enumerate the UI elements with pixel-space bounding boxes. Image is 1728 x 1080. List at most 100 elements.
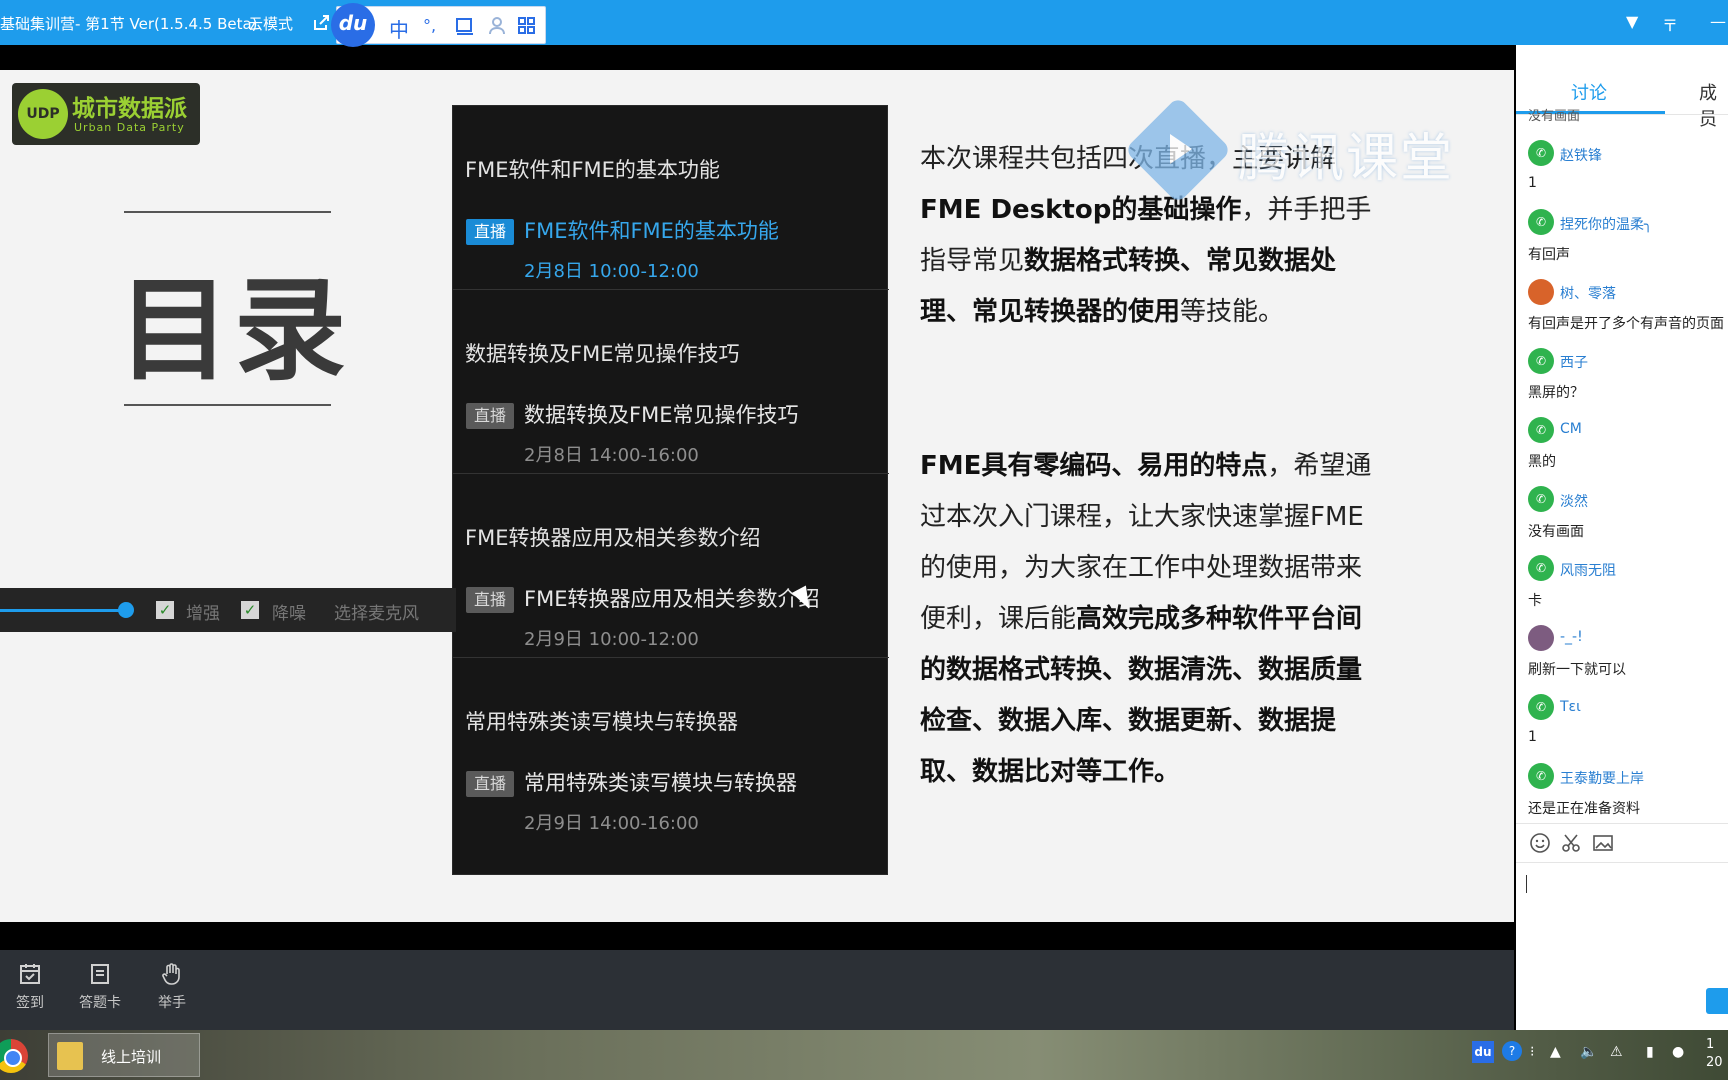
course-list-panel: FME软件和FME的基本功能 直播 FME软件和FME的基本功能 2月8日 10… (452, 105, 889, 875)
logo-text: 城市数据派 (72, 96, 187, 122)
cloud-mode-label[interactable]: 云模式 (248, 13, 293, 34)
emoji-icon[interactable] (1529, 832, 1551, 854)
punctuation-icon[interactable]: °, (423, 16, 436, 35)
volume-slider-knob[interactable] (118, 602, 134, 618)
course-section: FME软件和FME的基本功能 直播 FME软件和FME的基本功能 2月8日 10… (453, 106, 889, 290)
raise-hand-label: 举手 (158, 995, 186, 1011)
course-section: 常用特殊类读写模块与转换器 直播 常用特殊类读写模块与转换器 2月9日 14:0… (453, 658, 889, 842)
tab-discussion[interactable]: 讨论 (1571, 79, 1607, 105)
chat-username[interactable]: 淡然 (1560, 491, 1588, 511)
clock-date: 20 (1706, 1055, 1723, 1070)
signin-button[interactable]: 签到 (0, 962, 60, 1012)
live-badge: 直播 (466, 219, 514, 245)
ime-toolbar[interactable]: du 中 °, (331, 3, 546, 47)
folder-icon (57, 1042, 83, 1070)
intro-bold: FME Desktop的基础操作 (920, 195, 1242, 225)
chat-text: 1 (1528, 729, 1537, 745)
lesson-time: 2月8日 10:00-12:00 (524, 261, 699, 282)
lesson-title[interactable]: FME软件和FME的基本功能 (524, 215, 779, 245)
lesson-title[interactable]: FME转换器应用及相关参数介绍 (524, 583, 819, 613)
chat-text: 黑屏的？ (1528, 385, 1584, 401)
title-bar: 基础集训营- 第1节 Ver(1.5.4.5 Beta) 云模式 du 中 °,… (0, 0, 1728, 47)
enhance-label: 增强 (186, 604, 220, 624)
show-hidden-icons[interactable]: ▲ (1550, 1044, 1561, 1060)
help-tray-icon[interactable]: ? (1502, 1041, 1522, 1061)
chat-username[interactable]: 西子 (1560, 352, 1588, 372)
wechat-icon: ✆ (1528, 209, 1554, 235)
signin-label: 签到 (16, 995, 44, 1011)
image-icon[interactable] (1592, 832, 1614, 854)
section-title: FME转换器应用及相关参数介绍 (465, 526, 761, 550)
select-mic-button[interactable]: 选择麦克风 (334, 599, 419, 624)
keyboard-icon[interactable] (455, 16, 475, 36)
taskbar-item-folder[interactable]: 线上培训 (48, 1033, 200, 1077)
speaker-icon[interactable]: 🔈 (1580, 1044, 1597, 1060)
volume-slider-track[interactable] (0, 609, 126, 612)
course-section: 数据转换及FME常见操作技巧 直播 数据转换及FME常见操作技巧 2月8日 14… (453, 290, 889, 474)
taskbar-item-label: 线上培训 (101, 1048, 162, 1066)
chat-text: 刷新一下就可以 (1528, 662, 1626, 678)
wechat-tray-icon[interactable]: ● (1672, 1044, 1684, 1060)
tab-members[interactable]: 成员 (1699, 79, 1728, 131)
slide-area: UDP 城市数据派 Urban Data Party 目录 FME软件和FME的… (0, 70, 1514, 922)
signal-icon[interactable]: ▮ (1646, 1044, 1654, 1060)
wechat-icon: ✆ (1528, 486, 1554, 512)
discussion-panel: 讨论 成员 没有画面 ✆ 赵铁锋 1 ✆ 捏死你的温柔╮ 有回声 树、零落 有回… (1516, 45, 1728, 1030)
classroom-toolbar: 签到 答题卡 举手 (0, 950, 1514, 1030)
chat-input-field[interactable] (1526, 875, 1527, 893)
chat-input-toolbar (1516, 823, 1728, 863)
chat-text: 还是正在准备资料 (1528, 801, 1640, 817)
windows-taskbar: 线上培训 du ? ⁝ ▲ 🔈 ⚠ ▮ ● 1 20 (0, 1030, 1728, 1080)
feature-bold: FME具有零编码、易用的特点 (920, 451, 1268, 481)
chat-username[interactable]: 赵铁锋 (1560, 145, 1602, 165)
chat-username[interactable]: 捏死你的温柔╮ (1560, 214, 1652, 234)
mic-settings-bar: ✓ 增强 ✓ 降噪 选择麦克风 (0, 588, 456, 632)
photo-avatar (1528, 625, 1554, 651)
chinese-mode-icon[interactable]: 中 (389, 14, 409, 43)
network-icon[interactable]: ⚠ (1610, 1044, 1623, 1060)
wechat-icon: ✆ (1528, 555, 1554, 581)
chat-text: 有回声 (1528, 247, 1570, 263)
lesson-title[interactable]: 数据转换及FME常见操作技巧 (524, 399, 798, 429)
chat-username[interactable]: Tει (1560, 699, 1581, 715)
dropdown-icon[interactable]: ▼ (1626, 12, 1638, 31)
chrome-icon[interactable] (0, 1039, 28, 1073)
send-button[interactable] (1706, 988, 1728, 1014)
answer-card-button[interactable]: 答题卡 (70, 962, 130, 1012)
grid-icon[interactable] (517, 16, 537, 36)
wechat-icon: ✆ (1528, 694, 1554, 720)
wechat-icon: ✆ (1528, 348, 1554, 374)
feature-paragraph: FME具有零编码、易用的特点，希望通过本次入门课程，让大家快速掌握FME的使用，… (920, 441, 1380, 798)
system-clock[interactable]: 1 20 (1706, 1036, 1723, 1072)
baidu-ime-tray-icon[interactable]: du (1472, 1041, 1494, 1063)
chat-username[interactable]: 王泰勤要上岸 (1560, 768, 1644, 788)
raise-hand-button[interactable]: 举手 (142, 962, 202, 1012)
user-icon[interactable] (487, 16, 507, 36)
section-title: FME软件和FME的基本功能 (465, 158, 720, 182)
heading-rule-top (124, 211, 331, 213)
live-badge: 直播 (466, 403, 514, 429)
chat-username[interactable]: 风雨无阻 (1560, 560, 1616, 580)
answer-card-icon (91, 964, 109, 984)
chat-message-clipped: 没有画面 (1528, 109, 1581, 124)
share-icon[interactable] (312, 14, 330, 32)
chat-text: 1 (1528, 175, 1537, 191)
logo-subtext: Urban Data Party (74, 121, 185, 134)
pin-icon[interactable]: 〒 (1662, 12, 1678, 36)
app-window: 基础集训营- 第1节 Ver(1.5.4.5 Beta) 云模式 du 中 °,… (0, 0, 1728, 1080)
minimize-icon[interactable]: — (1710, 12, 1726, 31)
wechat-icon: ✆ (1528, 763, 1554, 789)
chat-username[interactable]: CM (1560, 421, 1582, 437)
enhance-checkbox[interactable]: ✓ (156, 601, 174, 619)
baidu-ime-logo[interactable]: du (331, 3, 375, 47)
scissors-icon[interactable] (1560, 832, 1582, 854)
logo-mark: UDP (18, 89, 68, 139)
chat-text: 卡 (1528, 593, 1542, 609)
tencent-classroom-watermark: 腾讯课堂 (1124, 96, 1470, 204)
chat-username[interactable]: 树、零落 (1560, 283, 1616, 303)
ime-tray-icon[interactable]: ⁝ (1530, 1044, 1534, 1060)
denoise-checkbox[interactable]: ✓ (241, 601, 259, 619)
chat-username[interactable]: -_-! (1560, 629, 1583, 645)
lesson-title[interactable]: 常用特殊类读写模块与转换器 (524, 767, 797, 797)
wechat-icon: ✆ (1528, 417, 1554, 443)
